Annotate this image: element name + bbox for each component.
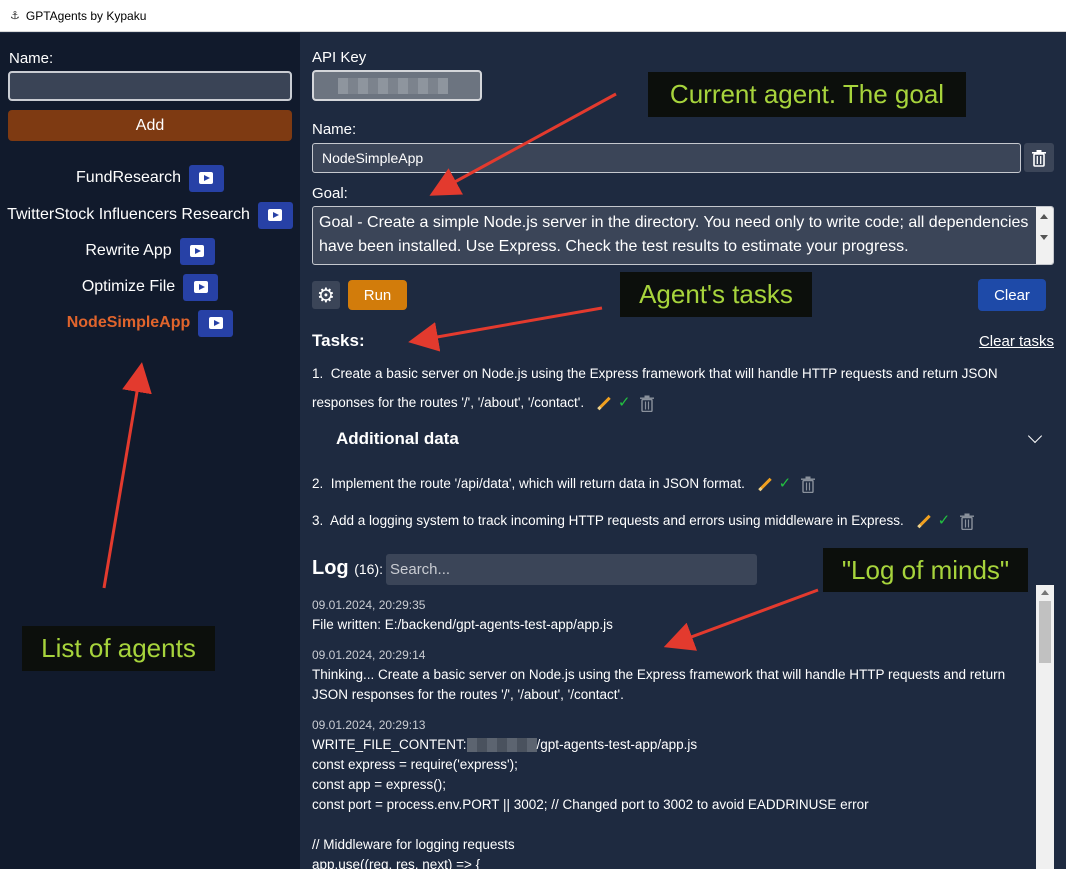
check-icon[interactable]: ✓ [779, 469, 792, 498]
check-icon[interactable]: ✓ [618, 388, 631, 417]
window-titlebar: ⚓ GPTAgents by Kypaku [0, 0, 1066, 32]
settings-button[interactable]: ⚙ [312, 281, 340, 309]
play-icon [208, 317, 223, 329]
task-item: 2. Implement the route '/api/data', whic… [312, 469, 1032, 498]
code-line: const app = express(); [312, 777, 446, 792]
delete-agent-button[interactable] [1024, 143, 1054, 172]
agent-name: NodeSimpleApp [66, 314, 191, 331]
redacted-path [466, 738, 537, 753]
window-title: GPTAgents by Kypaku [25, 8, 147, 23]
tasks-title: Tasks: [312, 331, 365, 350]
agent-item-rewrite-app[interactable]: Rewrite App [0, 237, 300, 265]
code-line: const port = process.env.PORT || 3002; /… [312, 797, 869, 812]
code-line: app.use((req, res, next) => { [312, 857, 481, 869]
agent-item-nodesimpleapp[interactable]: NodeSimpleApp [0, 309, 300, 337]
code-line: const express = require('express'); [312, 757, 518, 772]
additional-data-toggle[interactable]: Additional data [336, 429, 459, 449]
new-agent-name-label: Name: [9, 50, 54, 67]
log-title-text: Log [312, 557, 349, 579]
clear-button[interactable]: Clear [978, 279, 1046, 311]
log-list: 09.01.2024, 20:29:35 File written: E:/ba… [312, 589, 1036, 869]
agent-name: Optimize File [81, 278, 176, 295]
log-entry: 09.01.2024, 20:29:14 Thinking... Create … [312, 645, 1036, 705]
app-icon: ⚓ [10, 10, 20, 22]
run-agent-button[interactable] [179, 237, 215, 265]
log-scrollbar[interactable] [1036, 585, 1054, 869]
log-timestamp: 09.01.2024, 20:29:35 [312, 598, 426, 612]
agent-name-label: Name: [312, 121, 357, 138]
play-icon [190, 245, 205, 257]
task-text: Create a basic server on Node.js using t… [312, 366, 998, 410]
scrollbar-thumb[interactable] [1039, 601, 1051, 663]
task-item: 1. Create a basic server on Node.js usin… [312, 359, 1032, 417]
agent-name: TwitterStock Influencers Research [7, 206, 250, 223]
annotation-log: "Log of minds" [823, 548, 1028, 592]
goal-label: Goal: [312, 185, 348, 202]
run-agent-button[interactable] [183, 273, 219, 301]
play-icon [199, 172, 214, 184]
trash-icon[interactable] [801, 476, 816, 493]
log-line: Thinking... Create a basic server on Nod… [312, 667, 1006, 682]
redacted-api-key [338, 78, 448, 94]
goal-textarea[interactable]: Goal - Create a simple Node.js server in… [312, 206, 1054, 265]
annotation-list-of-agents: List of agents [22, 626, 215, 671]
run-agent-button[interactable] [257, 201, 293, 229]
play-icon [193, 281, 208, 293]
run-button[interactable]: Run [348, 280, 407, 310]
task-text: Add a logging system to track incoming H… [330, 513, 904, 528]
log-count: (16): [354, 561, 384, 577]
log-entry: 09.01.2024, 20:29:35 File written: E:/ba… [312, 595, 1036, 635]
log-timestamp: 09.01.2024, 20:29:14 [312, 648, 426, 662]
agent-item-fundresearch[interactable]: FundResearch [0, 164, 300, 192]
edit-icon[interactable] [757, 477, 772, 492]
clear-tasks-link[interactable]: Clear tasks [979, 333, 1054, 350]
goal-scrollbar[interactable] [1036, 207, 1053, 264]
trash-icon[interactable] [640, 395, 655, 412]
log-line: File written: E:/backend/gpt-agents-test… [312, 617, 613, 632]
task-text: Implement the route '/api/data', which w… [330, 476, 745, 491]
agent-item-optimize-file[interactable]: Optimize File [0, 273, 300, 301]
run-agent-button[interactable] [198, 309, 234, 337]
new-agent-name-input[interactable] [8, 71, 292, 101]
check-icon[interactable]: ✓ [938, 506, 951, 535]
add-agent-button[interactable]: Add [8, 110, 292, 141]
edit-icon[interactable] [916, 514, 931, 529]
run-agent-button[interactable] [188, 164, 224, 192]
log-line: JSON responses for the routes '/', '/abo… [312, 687, 624, 702]
task-number: 3. [312, 513, 324, 528]
log-timestamp: 09.01.2024, 20:29:13 [312, 718, 426, 732]
play-icon [268, 209, 283, 221]
trash-icon[interactable] [960, 513, 975, 530]
main-panel: API Key Name: NodeSimpleApp Goal: Goal -… [300, 33, 1066, 869]
api-key-label: API Key [312, 49, 367, 66]
chevron-down-icon[interactable] [1027, 428, 1043, 444]
api-key-input[interactable] [312, 70, 482, 101]
annotation-current-agent: Current agent. The goal [648, 72, 966, 117]
trash-icon [1032, 149, 1046, 167]
annotation-tasks: Agent's tasks [620, 272, 812, 317]
goal-text: Goal - Create a simple Node.js server in… [319, 214, 1029, 255]
code-line: // Middleware for logging requests [312, 837, 515, 852]
log-entry: 09.01.2024, 20:29:13 WRITE_FILE_CONTENT:… [312, 715, 1036, 869]
log-line: WRITE_FILE_CONTENT: /gpt-agents-test-app/… [312, 735, 1036, 755]
gear-icon: ⚙ [317, 284, 335, 307]
sidebar: Name: Add FundResearch TwitterStock Infl… [0, 33, 300, 869]
agent-name-input[interactable]: NodeSimpleApp [312, 143, 1021, 173]
agent-item-twitterstock[interactable]: TwitterStock Influencers Research [0, 201, 300, 229]
edit-icon[interactable] [597, 396, 611, 411]
log-search-input[interactable]: Search... [386, 554, 757, 585]
agent-name: Rewrite App [85, 242, 172, 259]
log-title: Log (16): [312, 557, 383, 580]
log-suffix: /gpt-agents-test-app/app.js [536, 737, 698, 752]
agent-name: FundResearch [76, 169, 181, 186]
task-number: 2. [312, 476, 324, 491]
task-number: 1. [312, 366, 324, 381]
task-item: 3. Add a logging system to track incomin… [312, 506, 1032, 535]
log-prefix: WRITE_FILE_CONTENT: [312, 737, 467, 752]
